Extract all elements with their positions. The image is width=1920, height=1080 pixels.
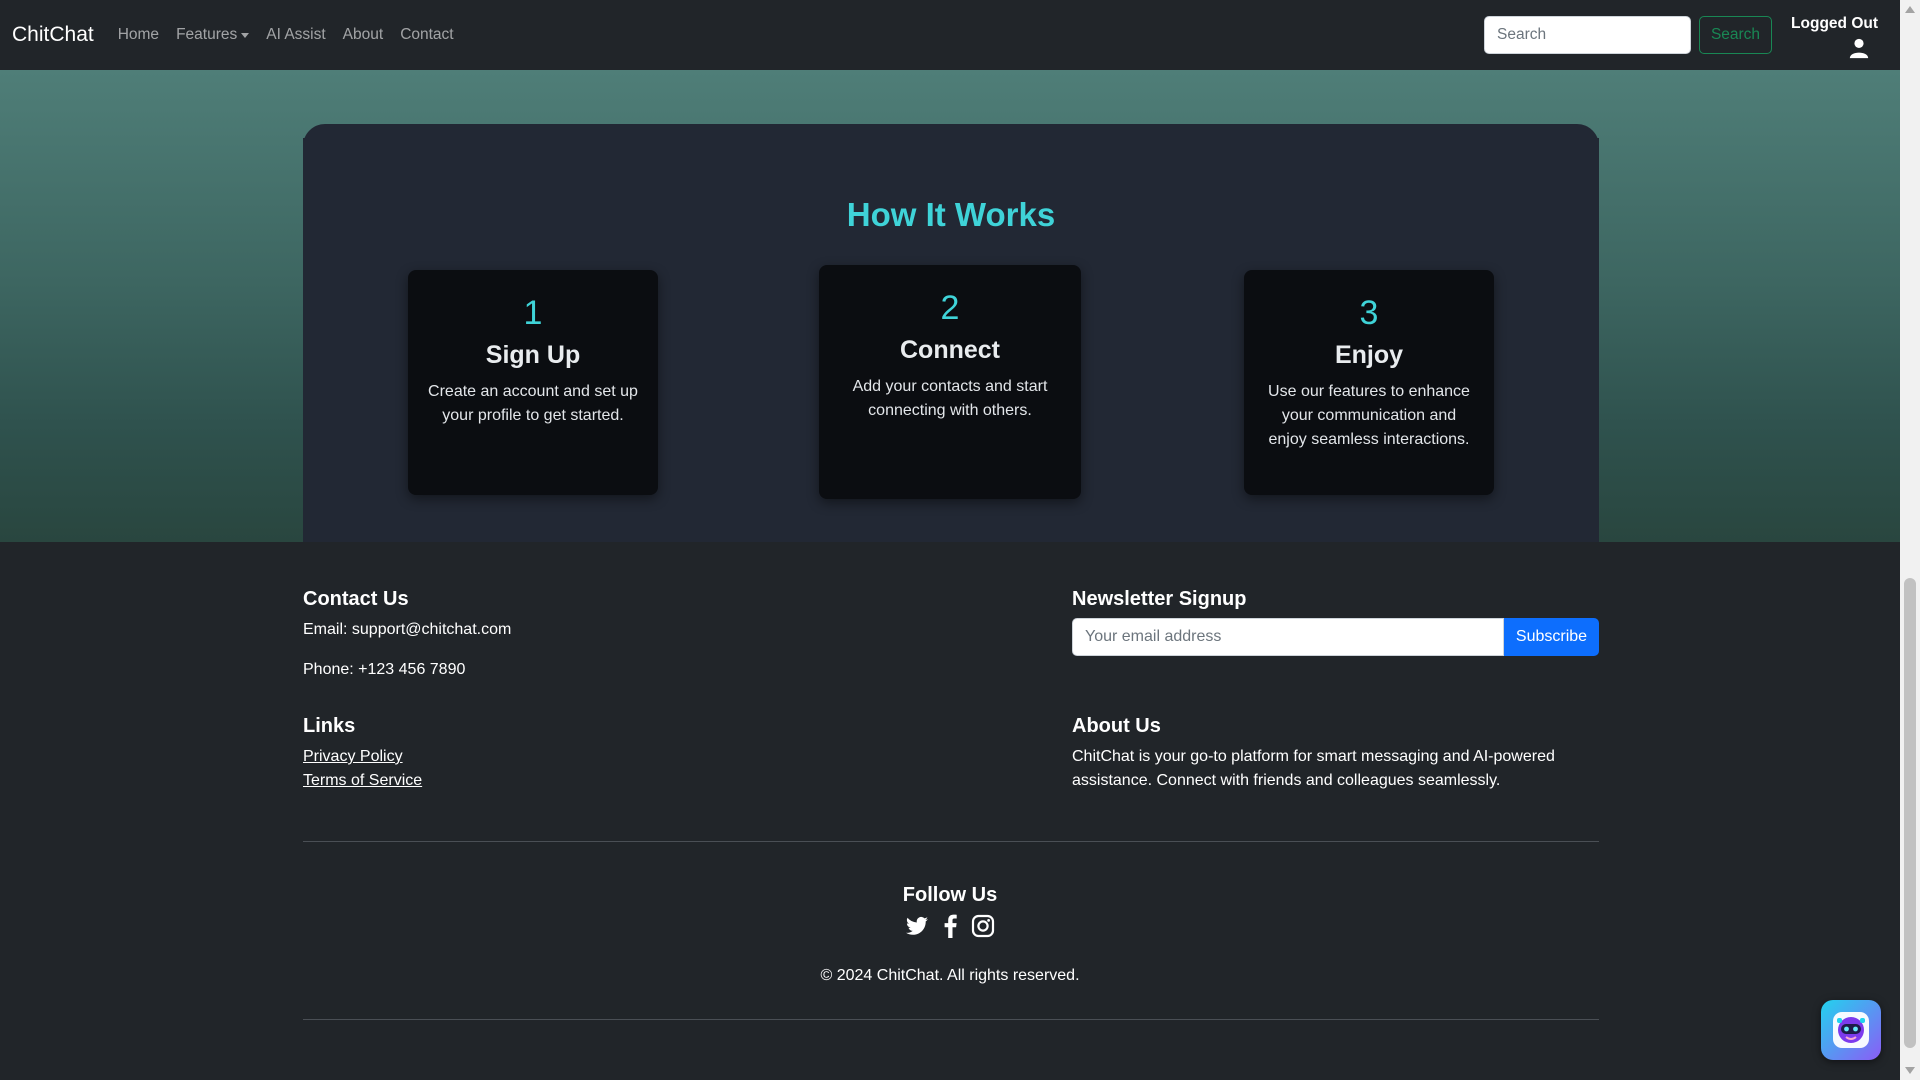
contact-phone: Phone: +123 456 7890 [303,661,466,678]
scrollbar-thumb[interactable] [1904,578,1916,1048]
scroll-down-icon[interactable] [1905,1067,1915,1074]
twitter-icon[interactable] [905,914,929,938]
step-card-connect: 2 Connect Add your contacts and start co… [819,265,1081,499]
privacy-policy-link[interactable]: Privacy Policy [303,748,403,766]
step-title: Connect [900,336,1000,364]
step-card-sign-up: 1 Sign Up Create an account and set up y… [408,270,658,495]
user-icon [1849,38,1869,59]
step-title: Enjoy [1334,341,1404,369]
nav-link-about[interactable]: About [343,26,384,44]
step-number: 2 [940,289,960,327]
social-links [0,914,1900,938]
nav-link-home[interactable]: Home [118,26,159,44]
step-number: 3 [1359,294,1379,332]
brand-logo[interactable]: ChitChat [12,23,94,47]
facebook-icon[interactable] [939,914,961,938]
nav-link-contact[interactable]: Contact [400,26,453,44]
page-scrollbar[interactable] [1900,0,1920,1080]
step-title: Sign Up [485,341,581,369]
footer-bottom-divider [303,1019,1599,1020]
follow-us-heading: Follow Us [902,884,998,906]
newsletter-form: Subscribe [1072,618,1599,656]
nav-right: Search Logged Out [1484,5,1888,65]
step-description: Create an account and set up your profil… [428,383,638,424]
robot-icon [1833,1012,1869,1048]
navbar: ChitChat Home Features AI Assist About C… [0,0,1900,70]
about-text-line-2: assistance. Connect with friends and col… [1072,772,1501,789]
contact-email: Email: support@chitchat.com [303,621,512,638]
nav-links: Home Features AI Assist About Contact [118,26,454,44]
chatbot-button[interactable] [1821,1000,1881,1060]
step-card-enjoy: 3 Enjoy Use our features to enhance your… [1244,270,1494,495]
user-status-label: Logged Out [1791,15,1878,32]
scroll-up-icon[interactable] [1905,6,1915,13]
email-input[interactable] [1072,618,1504,656]
hero-band: How It Works 1 Sign Up Create an account… [0,70,1900,568]
step-description: Use our features to enhance your communi… [1268,383,1470,448]
search-input[interactable] [1484,16,1691,54]
links-heading: Links [303,715,356,737]
nav-link-ai-assist[interactable]: AI Assist [266,26,325,44]
nav-link-features-dropdown[interactable]: Features [176,26,250,44]
chevron-down-icon [241,32,250,38]
about-text-line-1: ChitChat is your go-to platform for smar… [1072,748,1555,765]
contact-heading: Contact Us [303,588,409,610]
how-it-works-panel: How It Works 1 Sign Up Create an account… [303,124,1599,568]
instagram-icon[interactable] [971,914,995,938]
footer-divider [303,841,1599,842]
user-menu[interactable]: Logged Out [1788,5,1888,65]
copyright-text: © 2024 ChitChat. All rights reserved. [820,967,1080,984]
terms-of-service-link[interactable]: Terms of Service [303,772,422,790]
about-heading: About Us [1072,715,1161,737]
footer: Contact Us Email: support@chitchat.com P… [0,542,1900,1080]
nav-link-features-label: Features [176,26,238,43]
step-number: 1 [523,294,543,332]
subscribe-button[interactable]: Subscribe [1504,618,1599,656]
search-button[interactable]: Search [1699,16,1772,54]
step-description: Add your contacts and start connecting w… [852,378,1048,419]
newsletter-heading: Newsletter Signup [1072,588,1247,610]
how-it-works-title: How It Works [846,196,1056,233]
